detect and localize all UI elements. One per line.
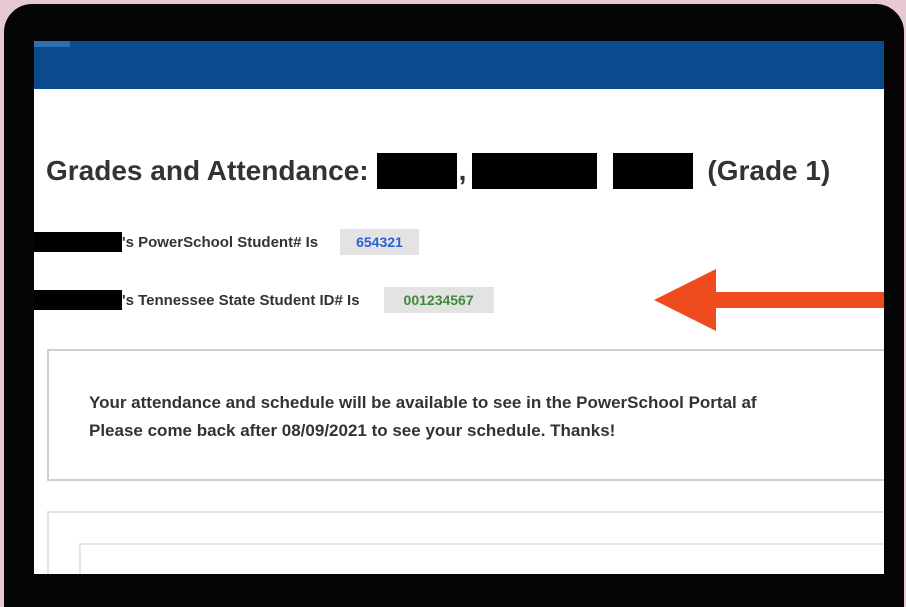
header-bar [34,41,884,89]
page-title-grade: (Grade 1) [707,155,831,186]
page-title: Grades and Attendance: , (Grade 1) [46,153,830,189]
state-id-row: 's Tennessee State Student ID# Is 001234… [34,287,494,313]
page-title-prefix: Grades and Attendance: [46,155,369,186]
tablet-frame: Grades and Attendance: , (Grade 1) 's Po… [4,4,904,607]
content-panel-inner [79,543,884,574]
state-id-value: 001234567 [383,287,494,313]
notice-line-2: Please come back after 08/09/2021 to see… [89,421,616,440]
redacted-student-name [34,290,122,310]
redacted-first-name [472,153,598,189]
powerschool-id-value: 654321 [340,229,419,255]
redacted-student-name [34,232,122,252]
notice-line-1: Your attendance and schedule will be ava… [89,393,757,412]
content-panel [47,511,884,574]
redacted-last-name [376,153,457,189]
availability-notice: Your attendance and schedule will be ava… [47,349,884,481]
redacted-middle-name [613,153,694,189]
state-id-label: 's Tennessee State Student ID# Is [122,291,360,309]
powerschool-id-label: 's PowerSchool Student# Is [122,233,319,251]
red-arrow-annotation [654,269,884,331]
browser-screen: Grades and Attendance: , (Grade 1) 's Po… [34,41,884,574]
header-tab-indicator [34,41,70,47]
powerschool-id-row: 's PowerSchool Student# Is 654321 [34,229,419,255]
page-title-separator: , [458,155,467,186]
